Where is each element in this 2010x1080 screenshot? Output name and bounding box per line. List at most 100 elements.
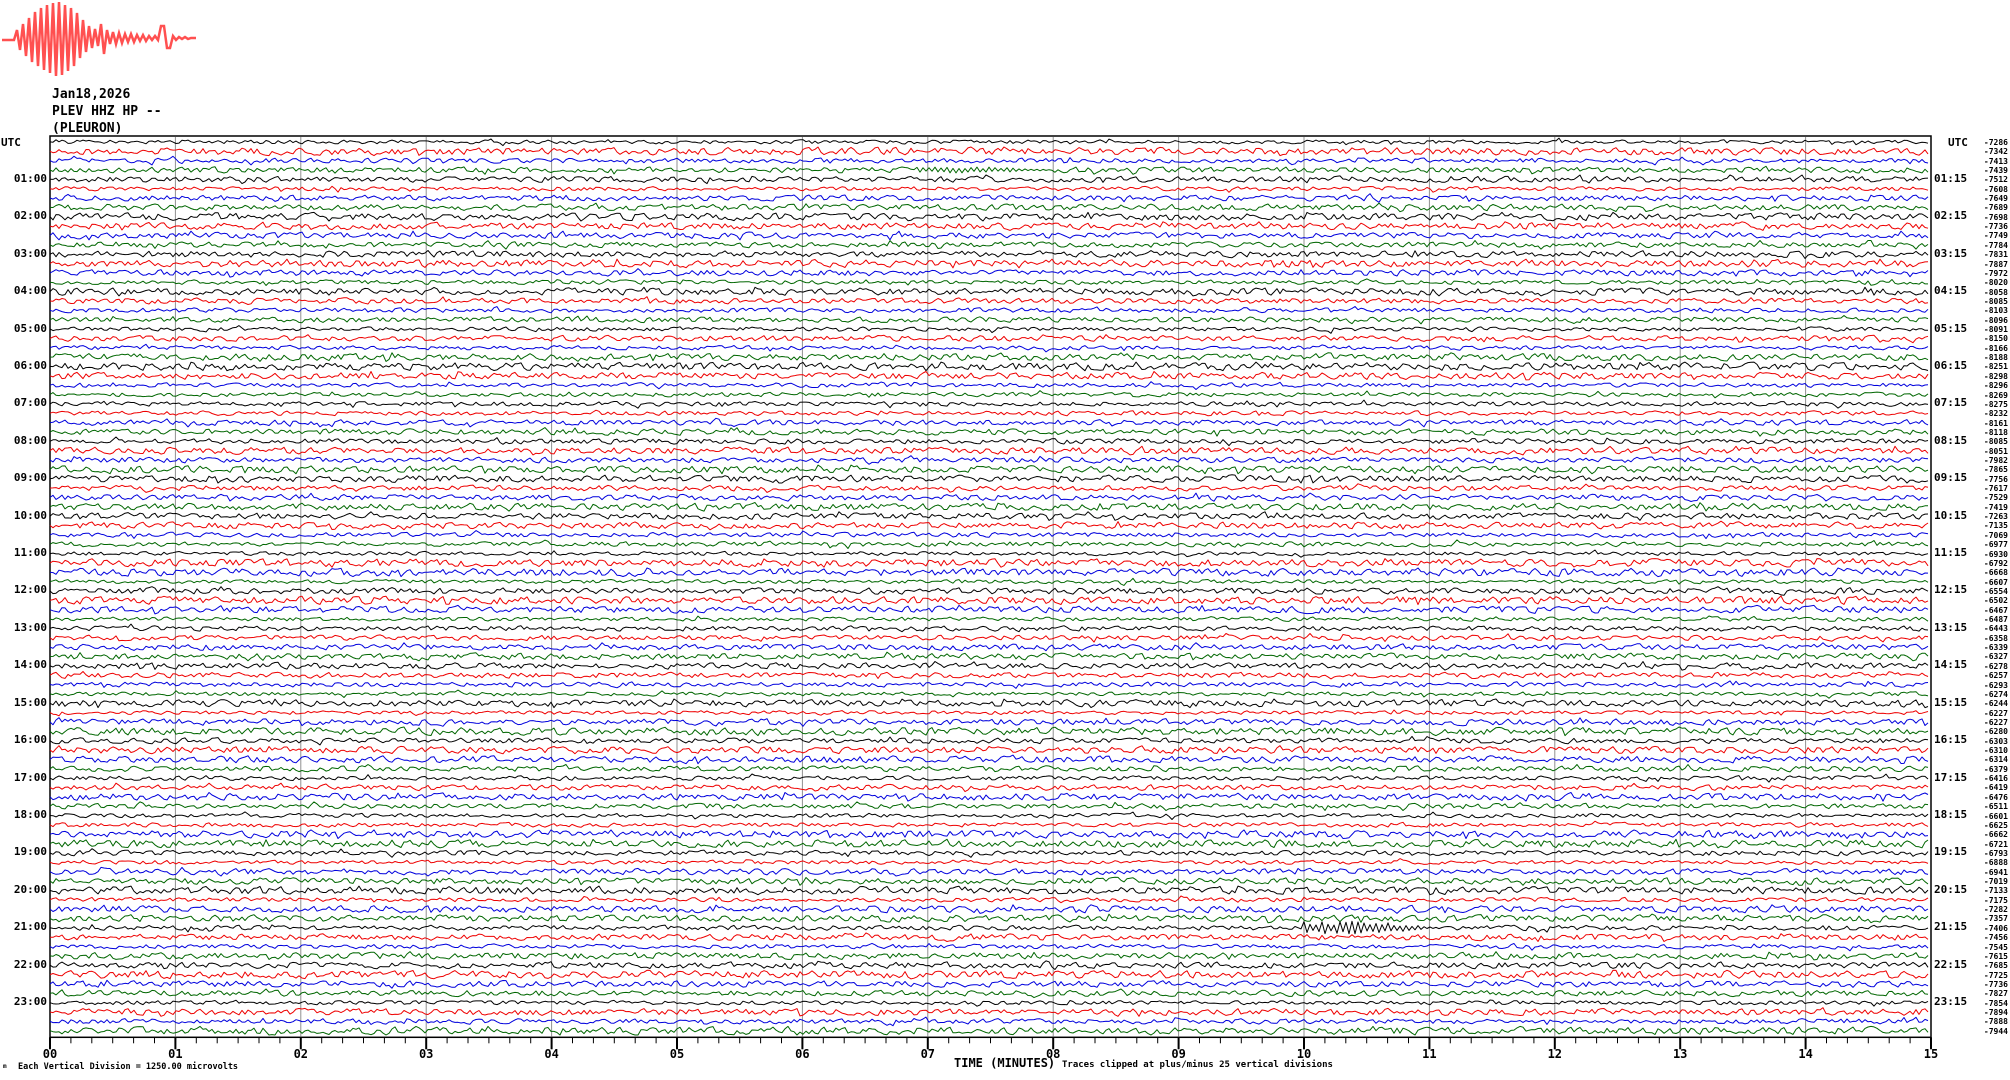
trace-offset-value: -8096 [1962, 316, 2008, 325]
trace-row [50, 372, 1928, 380]
trace-offset-value: -7944 [1962, 1027, 2008, 1036]
trace-row [50, 203, 1928, 212]
trace-row [50, 970, 1928, 979]
trace-offset-value: -8232 [1962, 409, 2008, 418]
trace-row [50, 287, 1928, 296]
trace-row [50, 859, 1928, 865]
trace-row [50, 428, 1928, 437]
hour-label: 10:00 [1, 509, 47, 522]
minute-tick-label: 03 [419, 1047, 433, 1061]
trace-row [50, 961, 1928, 970]
trace-offset-value: -7175 [1962, 896, 2008, 905]
minute-tick-label: 10 [1297, 1047, 1311, 1061]
trace-offset-value: -6511 [1962, 802, 2008, 811]
trace-row [50, 802, 1928, 811]
trace-offset-value: -6280 [1962, 727, 2008, 736]
trace-offset-value: -7456 [1962, 933, 2008, 942]
trace-offset-value: -8085 [1962, 297, 2008, 306]
trace-row [50, 212, 1928, 221]
trace-row [50, 578, 1928, 585]
trace-row [50, 382, 1928, 390]
trace-offset-value: -7689 [1962, 203, 2008, 212]
trace-row [50, 681, 1928, 689]
trace-row [50, 921, 1928, 934]
trace-offset-value: -7357 [1962, 914, 2008, 923]
trace-offset-value: -7972 [1962, 269, 2008, 278]
trace-row [50, 418, 1928, 427]
hour-label: 11:00 [1, 546, 47, 559]
trace-row [50, 896, 1928, 903]
trace-row [50, 186, 1928, 192]
hour-label: 15:00 [1, 696, 47, 709]
trace-offset-value: -6339 [1962, 643, 2008, 652]
trace-row [50, 914, 1928, 923]
trace-row [50, 559, 1928, 568]
trace-offset-value: -6419 [1962, 783, 2008, 792]
trace-offset-value: -7608 [1962, 185, 2008, 194]
trace-row [50, 251, 1928, 259]
trace-offset-value: -7854 [1962, 999, 2008, 1008]
trace-offset-value: -8058 [1962, 288, 2008, 297]
trace-row [50, 297, 1928, 305]
trace-row [50, 344, 1928, 352]
trace-row [50, 175, 1928, 184]
trace-row [50, 943, 1928, 950]
trace-row [50, 812, 1928, 820]
trace-row [50, 1017, 1928, 1026]
hour-label: 02:00 [1, 209, 47, 222]
trace-row [50, 652, 1928, 661]
hour-label: 20:00 [1, 883, 47, 896]
trace-row [50, 643, 1928, 651]
trace-offset-value: -7263 [1962, 512, 2008, 521]
trace-offset-value: -6977 [1962, 540, 2008, 549]
trace-row [50, 839, 1928, 848]
hour-label: 18:00 [1, 808, 47, 821]
hour-label: 22:00 [1, 958, 47, 971]
trace-row [50, 1026, 1928, 1035]
trace-row [50, 727, 1928, 736]
hour-label: 06:00 [1, 359, 47, 372]
trace-offset-value: -7784 [1962, 241, 2008, 250]
trace-offset-value: -6310 [1962, 746, 2008, 755]
trace-offset-value: -6601 [1962, 812, 2008, 821]
minute-tick-label: 09 [1171, 1047, 1185, 1061]
trace-offset-value: -8161 [1962, 419, 2008, 428]
trace-row [50, 933, 1928, 942]
hour-label: 01:00 [1, 172, 47, 185]
trace-offset-value: -6662 [1962, 830, 2008, 839]
trace-offset-value: -8150 [1962, 334, 2008, 343]
hour-label: 14:00 [1, 658, 47, 671]
trace-offset-value: -8020 [1962, 278, 2008, 287]
trace-row [50, 662, 1928, 671]
trace-offset-value: -7286 [1962, 138, 2008, 147]
trace-offset-value: -7725 [1962, 971, 2008, 980]
trace-row [50, 746, 1928, 754]
trace-row [50, 765, 1928, 772]
minute-tick-label: 06 [795, 1047, 809, 1061]
trace-row [50, 783, 1928, 791]
trace-row [50, 512, 1928, 521]
hour-label: 05:00 [1, 322, 47, 335]
trace-offset-value: -7512 [1962, 175, 2008, 184]
scale-note: Each Vertical Division = 1250.00 microvo… [18, 1062, 238, 1072]
trace-row [50, 690, 1928, 698]
trace-row [50, 568, 1928, 577]
trace-row [50, 138, 1928, 146]
hour-label: 16:00 [1, 733, 47, 746]
trace-row [50, 849, 1928, 858]
trace-row [50, 241, 1928, 250]
trace-offset-value: -6554 [1962, 587, 2008, 596]
trace-row [50, 446, 1928, 455]
trace-offset-value: -7406 [1962, 924, 2008, 933]
trace-offset-value: -8051 [1962, 447, 2008, 456]
trace-offset-value: -6487 [1962, 615, 2008, 624]
trace-row [50, 1008, 1928, 1017]
trace-row [50, 774, 1928, 782]
trace-offset-value: -7617 [1962, 484, 2008, 493]
trace-row [50, 980, 1928, 989]
trace-offset-value: -7749 [1962, 231, 2008, 240]
trace-row [50, 755, 1928, 764]
trace-offset-value: -8298 [1962, 372, 2008, 381]
trace-offset-value: -7685 [1962, 961, 2008, 970]
trace-row [50, 166, 1928, 174]
